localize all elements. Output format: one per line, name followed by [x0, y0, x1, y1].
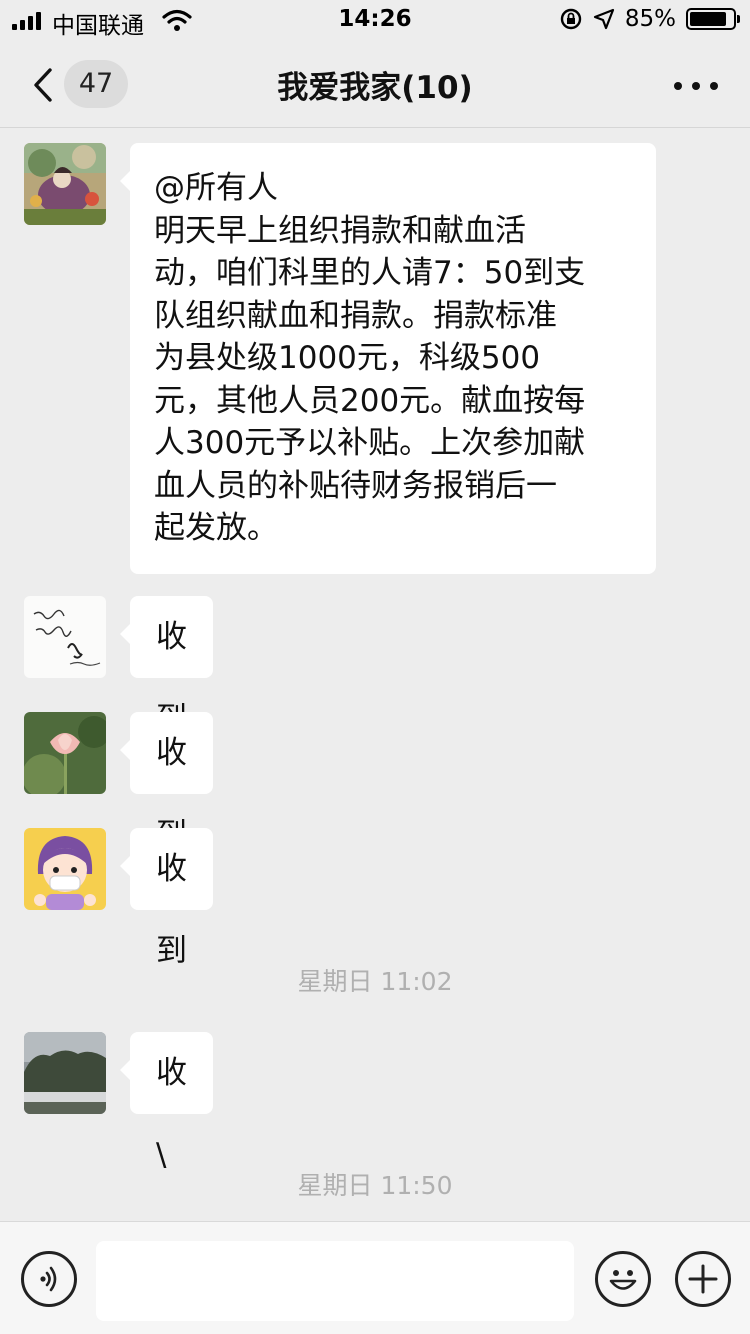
battery-percent: 85% [624, 6, 676, 32]
voice-icon [40, 1266, 57, 1292]
message-text: 收到 [156, 851, 187, 969]
chat-title: 我爱我家(10) [277, 70, 473, 106]
cartoon-girl-avatar[interactable] [24, 828, 106, 910]
message-bubble[interactable]: 收到 [120, 596, 213, 737]
message-input[interactable] [96, 1241, 574, 1321]
message-bubble[interactable]: @所有人 明天早上组织捐款和献血活 动，咱们科里的人请7：50到支 队组织献血和… [120, 143, 656, 574]
message-line: 动，咱们科里的人请7：50到支 [154, 255, 586, 291]
location-arrow-icon [593, 8, 614, 30]
painting-avatar[interactable] [24, 143, 106, 225]
message-line: 元，其他人员200元。献血按每 [154, 382, 586, 419]
message-line: 人300元予以补贴。上次参加献 [154, 425, 586, 461]
message-line: @所有人 [154, 170, 278, 206]
rotation-lock-icon [560, 8, 582, 30]
battery-icon [686, 8, 740, 30]
message-bubble[interactable]: 收到 [120, 828, 213, 969]
battery-level [690, 12, 726, 26]
message-line: 起发放。 [154, 510, 278, 546]
chat-header: 47 我爱我家(10) [0, 40, 750, 128]
voice-input-button[interactable] [21, 1251, 77, 1307]
more-functions-button[interactable] [675, 1251, 731, 1307]
emoji-button[interactable] [595, 1251, 651, 1307]
message-timestamp: 星期日 11:02 [297, 967, 453, 996]
emoji-icon [609, 1270, 637, 1290]
lotus-avatar[interactable] [24, 712, 106, 794]
message-bubble[interactable]: 收到 [120, 712, 213, 853]
input-bar [0, 1221, 750, 1334]
plus-icon [688, 1264, 718, 1294]
landscape-avatar[interactable] [24, 1032, 106, 1114]
message-line: 为县处级1000元，科级500 [154, 340, 541, 376]
message-text: 收\ [156, 1055, 187, 1173]
message-bubble[interactable]: 收\ [120, 1032, 213, 1173]
more-options-button[interactable] [672, 64, 720, 104]
message-timestamp: 星期日 11:50 [297, 1171, 453, 1200]
message-line: 血人员的补贴待财务报销后一 [154, 467, 557, 504]
message-line: 明天早上组织捐款和献血活 [154, 212, 526, 249]
message-line: 队组织献血和捐款。捐款标准 [154, 297, 557, 334]
calligraphy-avatar[interactable] [24, 596, 106, 678]
status-bar: 中国联通 14:26 85% [0, 0, 750, 40]
